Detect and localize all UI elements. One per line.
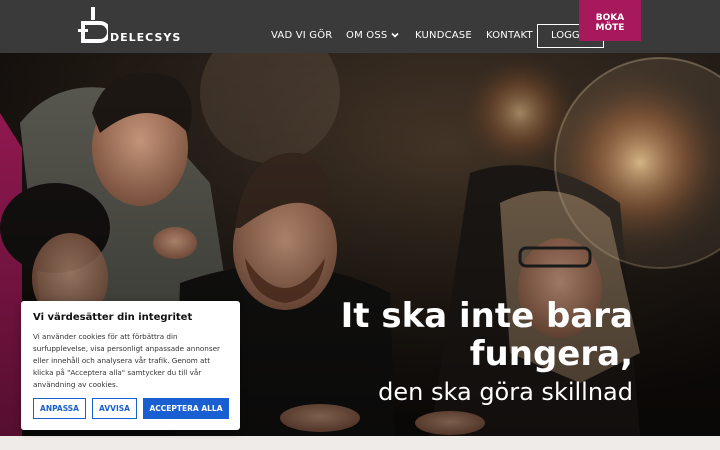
nav-vad-vi-gor[interactable]: VAD VI GÖR: [271, 30, 332, 41]
logo-mark-icon: [78, 7, 108, 43]
book-meeting-line2: MÖTE: [595, 23, 625, 33]
hero-headline: It ska inte bara fungera, den ska göra s…: [341, 297, 633, 407]
customize-button[interactable]: ANPASSA: [33, 398, 86, 419]
delecsys-logo[interactable]: DELECSYS: [78, 7, 182, 47]
accept-all-button[interactable]: ACCEPTERA ALLA: [143, 398, 229, 419]
site-header: DELECSYS VAD VI GÖR OM OSS KUNDCASE KONT…: [0, 0, 720, 53]
reject-button[interactable]: AVVISA: [92, 398, 137, 419]
cookie-title: Vi värdesätter din integritet: [33, 312, 193, 323]
page-bottom-strip: [0, 436, 720, 450]
nav-kontakt[interactable]: KONTAKT: [486, 30, 533, 41]
nav-om-oss-label: OM OSS: [346, 30, 388, 41]
cookie-text: Vi använder cookies för att förbättra di…: [33, 332, 220, 389]
logo-wordmark: DELECSYS: [110, 31, 182, 44]
book-meeting-button[interactable]: BOKA MÖTE: [579, 0, 641, 41]
hero-headline-line2: fungera,: [469, 334, 633, 374]
hero-headline-line1: It ska inte bara: [340, 296, 633, 336]
page: DELECSYS VAD VI GÖR OM OSS KUNDCASE KONT…: [0, 0, 720, 450]
cookie-consent-dialog: Vi värdesätter din integritet Vi använde…: [21, 301, 240, 430]
hero-subheadline: den ska göra skillnad: [378, 378, 633, 406]
chevron-down-icon: [391, 32, 400, 38]
book-meeting-line1: BOKA: [595, 13, 625, 23]
nav-om-oss[interactable]: OM OSS: [346, 30, 400, 41]
cookie-actions: ANPASSA AVVISA ACCEPTERA ALLA: [33, 398, 229, 419]
nav-kundcase[interactable]: KUNDCASE: [415, 30, 472, 41]
